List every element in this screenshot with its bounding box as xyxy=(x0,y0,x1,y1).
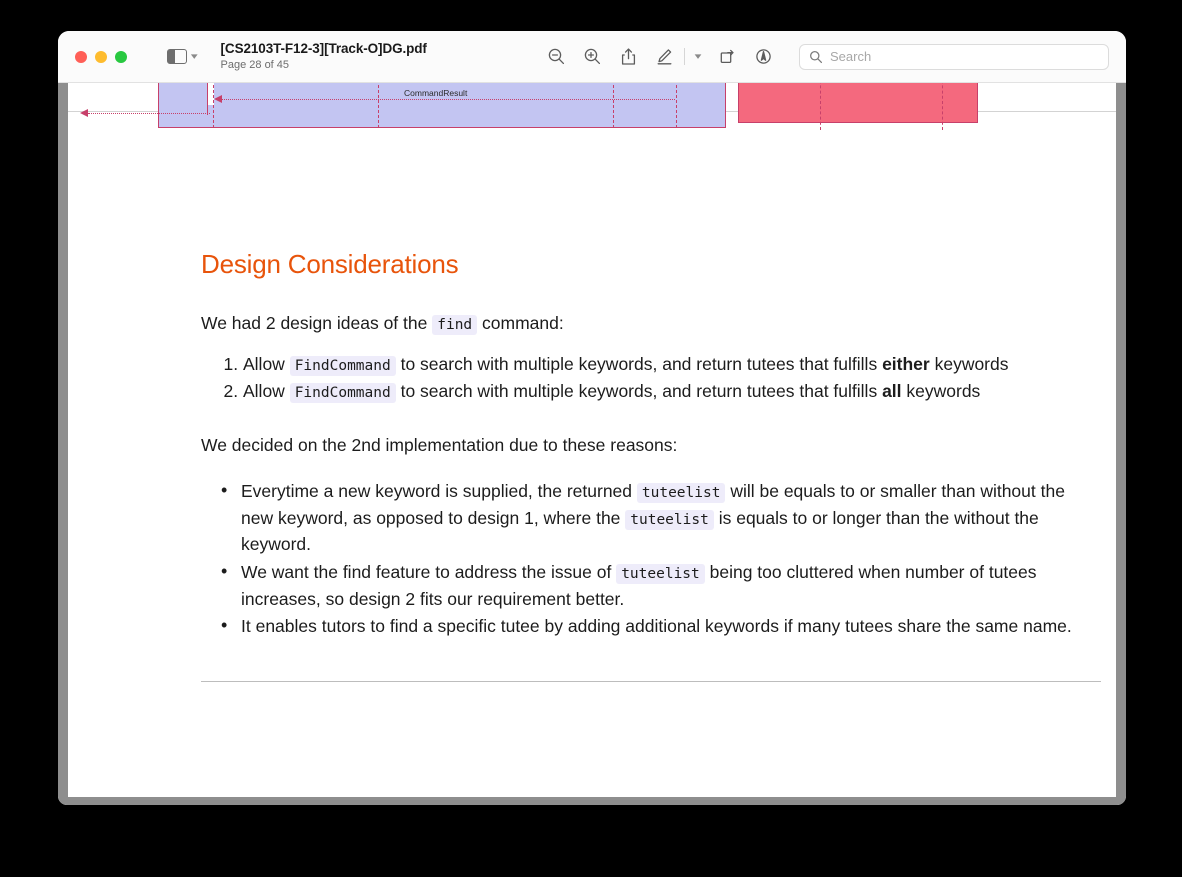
document-content: Design Considerations We had 2 design id… xyxy=(201,139,1101,682)
sequence-diagram-fragment: CommandResult xyxy=(68,83,1116,139)
return-arrow-outer xyxy=(88,113,210,114)
lifeline-red-1 xyxy=(820,83,821,130)
lifeline-1 xyxy=(213,83,214,128)
list-item: It enables tutors to find a specific tut… xyxy=(221,612,1101,640)
list-item: Everytime a new keyword is supplied, the… xyxy=(221,477,1101,558)
lifeline-3 xyxy=(613,83,614,128)
section-divider xyxy=(201,680,1101,682)
diagram-message-label: CommandResult xyxy=(404,88,468,98)
activation-bar-inner xyxy=(158,83,208,115)
close-window-button[interactable] xyxy=(75,50,87,63)
toolbar-tools: ▾ Search xyxy=(538,43,1126,71)
chevron-down-icon[interactable]: ▾ xyxy=(191,52,198,61)
markup-options-button[interactable]: ▾ xyxy=(682,43,715,71)
lifeline-red-2 xyxy=(942,83,943,130)
preview-window: ▾ [CS2103T-F12-3][Track-O]DG.pdf Page 28… xyxy=(58,31,1126,805)
zoom-out-icon xyxy=(548,48,564,65)
code-findcommand: FindCommand xyxy=(289,356,396,377)
code-tuteelist: tuteelist xyxy=(636,483,726,504)
item-text-after: keywords xyxy=(929,354,1009,375)
annotate-icon xyxy=(755,49,771,64)
list-item: Allow FindCommand to search with multipl… xyxy=(243,379,1101,405)
list-item: We want the find feature to address the … xyxy=(221,558,1101,612)
pdf-viewer[interactable]: CommandResult Design Considerations We h… xyxy=(58,83,1126,805)
annotate-button[interactable] xyxy=(745,43,781,71)
return-arrowhead-inner xyxy=(214,95,222,103)
markup-icon xyxy=(657,49,671,65)
document-title-block: [CS2103T-F12-3][Track-O]DG.pdf Page 28 o… xyxy=(221,41,427,71)
lifeline-2 xyxy=(378,83,379,128)
pdf-page: CommandResult Design Considerations We h… xyxy=(68,83,1116,797)
reasons-paragraph: We decided on the 2nd implementation due… xyxy=(201,434,678,455)
markup-button[interactable] xyxy=(646,43,682,71)
reasons-list: Everytime a new keyword is supplied, the… xyxy=(201,477,1101,640)
bullet-text-1: We want the find feature to address the … xyxy=(241,561,617,582)
bullet-text-1: Everytime a new keyword is supplied, the… xyxy=(241,481,637,502)
rotate-icon xyxy=(720,49,734,64)
item-text-after: keywords xyxy=(901,381,981,402)
item-text-middle: to search with multiple keywords, and re… xyxy=(395,381,883,402)
item-text-middle: to search with multiple keywords, and re… xyxy=(395,354,883,375)
sidebar-toggle-button[interactable]: ▾ xyxy=(167,49,198,64)
item-emphasis: all xyxy=(882,381,902,402)
maximize-window-button[interactable] xyxy=(115,50,127,63)
code-findcommand: FindCommand xyxy=(289,383,396,404)
window-titlebar: ▾ [CS2103T-F12-3][Track-O]DG.pdf Page 28… xyxy=(58,31,1126,83)
page-title: Design Considerations xyxy=(201,249,459,279)
page-indicator: Page 28 of 45 xyxy=(220,58,290,71)
zoom-in-icon xyxy=(584,48,600,65)
return-arrowhead-outer xyxy=(80,109,88,117)
lifeline-4 xyxy=(676,83,677,128)
design-ideas-list: Allow FindCommand to search with multipl… xyxy=(201,352,1101,404)
minimize-window-button[interactable] xyxy=(95,50,107,63)
return-arrow-inner xyxy=(220,99,675,100)
zoom-out-button[interactable] xyxy=(538,43,574,71)
search-icon xyxy=(810,50,823,63)
item-text-before: Allow xyxy=(243,381,290,402)
intro-text-before: We had 2 design ideas of the xyxy=(201,313,433,333)
search-input-placeholder[interactable]: Search xyxy=(830,49,871,64)
item-text-before: Allow xyxy=(243,354,290,375)
zoom-in-button[interactable] xyxy=(574,43,610,71)
code-tuteelist: tuteelist xyxy=(616,563,705,584)
code-find: find xyxy=(432,315,478,335)
intro-text-after: command: xyxy=(477,313,564,333)
item-emphasis: either xyxy=(882,354,930,375)
bullet-text-1: It enables tutors to find a specific tut… xyxy=(241,616,1072,637)
list-item: Allow FindCommand to search with multipl… xyxy=(243,352,1101,378)
document-name: [CS2103T-F12-3][Track-O]DG.pdf xyxy=(220,41,427,57)
search-field[interactable]: Search xyxy=(799,43,1109,70)
share-button[interactable] xyxy=(610,43,646,71)
share-icon xyxy=(621,48,635,65)
sidebar-icon xyxy=(167,49,187,64)
intro-paragraph: We had 2 design ideas of the find comman… xyxy=(201,311,1101,336)
traffic-lights xyxy=(58,50,127,63)
code-tuteelist: tuteelist xyxy=(625,509,714,530)
